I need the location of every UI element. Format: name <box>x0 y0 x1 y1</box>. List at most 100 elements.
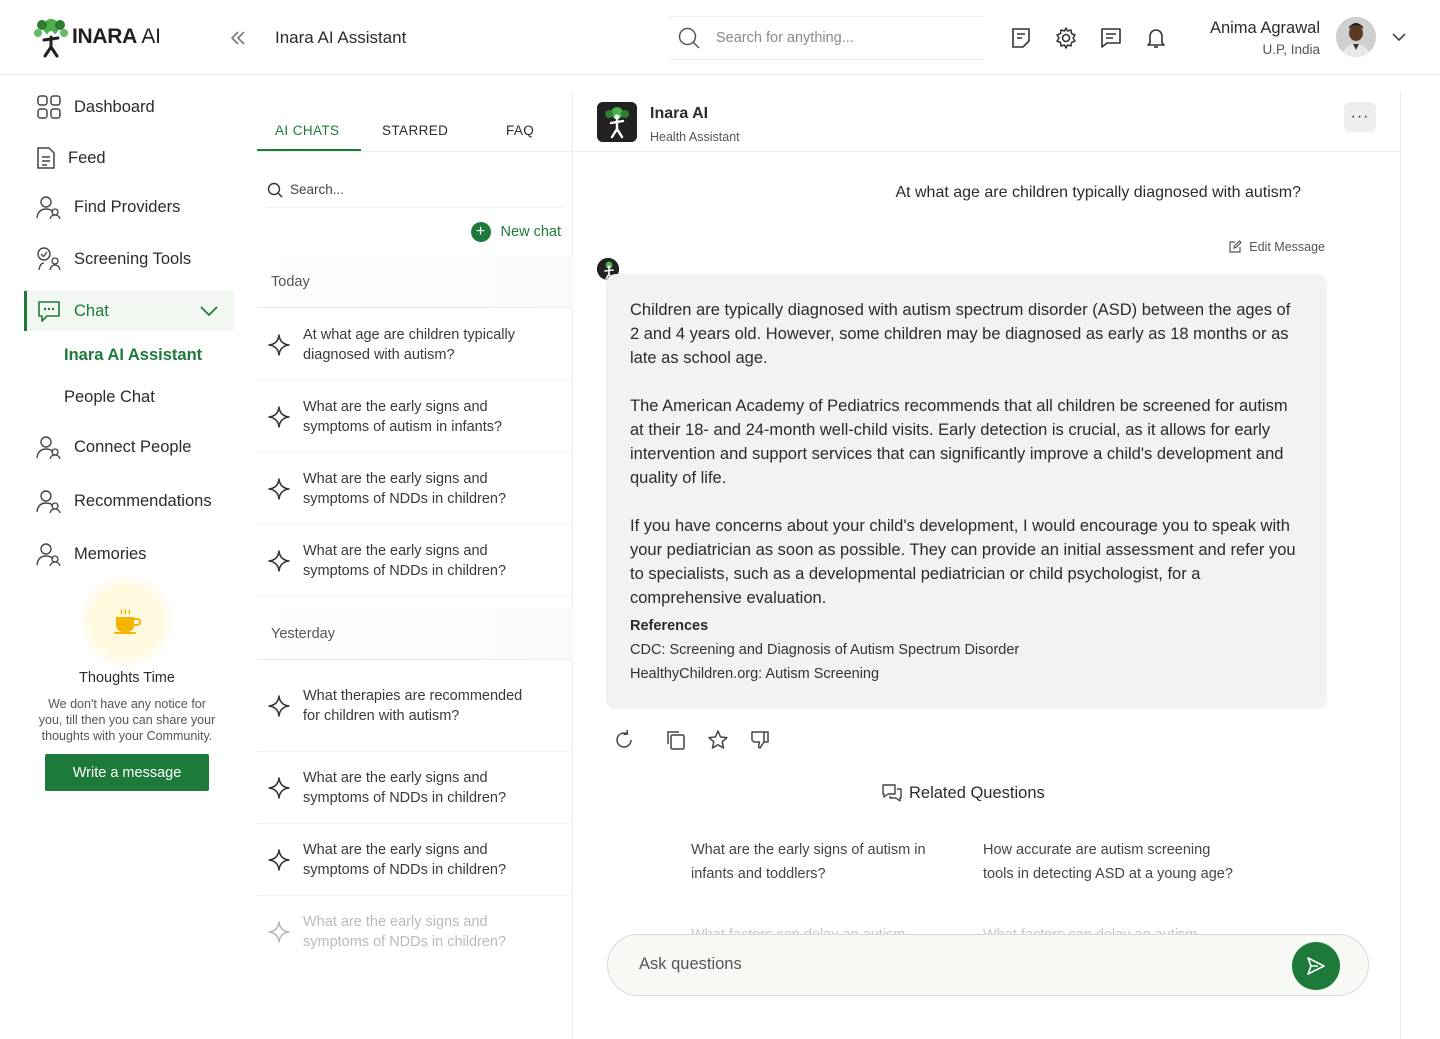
sparkle-icon <box>268 921 290 943</box>
chat-history-item[interactable]: What therapies are recommended for child… <box>257 660 573 752</box>
sparkle-icon <box>268 694 290 717</box>
people-icon <box>36 196 61 220</box>
sparkle-icon <box>268 848 290 871</box>
sidebar-item-label: Screening Tools <box>74 249 192 268</box>
chat-history-item[interactable]: What are the early signs and symptoms of… <box>257 453 573 525</box>
chat-history-text: What are the early signs and symptoms of… <box>303 769 507 806</box>
write-message-button[interactable]: Write a message <box>45 754 209 791</box>
user-menu-chevron-icon[interactable] <box>1390 30 1408 44</box>
user-name: Anima Agrawal <box>1209 19 1320 37</box>
collapse-sidebar-icon[interactable] <box>227 27 249 49</box>
related-questions-label: Related Questions <box>909 783 1045 802</box>
sidebar: Dashboard Feed Find Providers Screening … <box>0 76 245 1039</box>
copy-icon[interactable] <box>664 728 688 752</box>
tab-ai-chats[interactable]: AI CHATS <box>275 123 339 138</box>
ask-question-input[interactable] <box>639 955 1259 974</box>
grid-icon <box>37 95 61 119</box>
sidebar-subitem-people-chat[interactable]: People Chat <box>64 388 155 407</box>
sidebar-item-dashboard[interactable]: Dashboard <box>36 94 155 120</box>
tab-starred[interactable]: STARRED <box>382 123 448 138</box>
send-icon <box>1307 957 1325 975</box>
top-header: INARA AI Inara AI Assistant Anima Agrawa… <box>0 0 1440 75</box>
conversation-header: Inara AI Health Assistant ··· <box>574 92 1401 152</box>
sidebar-item-memories[interactable]: Memories <box>36 541 146 567</box>
sparkle-icon <box>268 477 290 500</box>
bot-name: Inara AI <box>650 105 709 122</box>
chat-history-item[interactable]: What are the early signs and symptoms of… <box>257 752 573 824</box>
new-chat-button[interactable]: + New chat <box>470 222 561 242</box>
thumbs-down-icon[interactable] <box>748 728 772 752</box>
inara-logo[interactable]: INARA AI <box>32 16 161 58</box>
tab-faq[interactable]: FAQ <box>506 123 534 138</box>
answer-paragraph: The American Academy of Pediatrics recom… <box>630 397 1288 487</box>
avatar[interactable] <box>1336 17 1376 57</box>
chat-history-item[interactable]: What are the early signs and symptoms of… <box>257 381 573 453</box>
coffee-cup-icon <box>114 608 141 634</box>
sidebar-item-label: Find Providers <box>74 197 181 216</box>
sparkle-icon <box>268 405 290 428</box>
chat-search[interactable] <box>267 172 563 208</box>
answer-actions <box>612 728 790 752</box>
chat-history-text: What are the early signs and symptoms of… <box>303 398 503 435</box>
reference-link[interactable]: CDC: Screening and Diagnosis of Autism S… <box>630 642 1303 658</box>
chat-history-item[interactable]: What are the early signs and symptoms of… <box>257 525 573 597</box>
sidebar-item-label: Recommendations <box>74 491 212 510</box>
gear-icon[interactable] <box>1054 26 1078 50</box>
chat-history-text: What are the early signs and symptoms of… <box>303 914 507 950</box>
regenerate-icon[interactable] <box>612 728 636 752</box>
user-message: At what age are children typically diagn… <box>895 184 1301 201</box>
people-icon <box>36 436 61 460</box>
search-icon <box>678 27 700 49</box>
bot-role: Health Assistant <box>650 130 740 144</box>
send-button[interactable] <box>1292 942 1340 990</box>
people-icon <box>36 543 61 567</box>
sidebar-item-label: Connect People <box>74 437 192 456</box>
sidebar-item-feed[interactable]: Feed <box>36 145 106 171</box>
chat-history-item[interactable]: What are the early signs and symptoms of… <box>257 824 573 896</box>
conversation-panel: Inara AI Health Assistant ··· At what ag… <box>574 92 1401 1039</box>
screening-icon <box>37 247 61 271</box>
chat-history-text: What are the early signs and symptoms of… <box>303 841 507 878</box>
sidebar-item-find-providers[interactable]: Find Providers <box>36 194 180 220</box>
bell-icon[interactable] <box>1144 26 1168 50</box>
edit-message-button[interactable]: Edit Message <box>1228 240 1325 254</box>
inara-bot-icon <box>597 102 637 142</box>
chat-history-text: What therapies are recommended for child… <box>303 687 523 724</box>
chat-bubble-icon <box>38 301 60 322</box>
more-options-button[interactable]: ··· <box>1344 102 1376 132</box>
search-icon <box>267 182 283 197</box>
answer-paragraph: If you have concerns about your child's … <box>630 517 1296 607</box>
chat-search-input[interactable] <box>290 182 530 197</box>
edit-message-label: Edit Message <box>1249 240 1325 254</box>
reference-link[interactable]: HealthyChildren.org: Autism Screening <box>630 666 1303 682</box>
sparkle-icon <box>268 549 290 572</box>
chat-history-item[interactable]: At what age are children typically diagn… <box>257 309 573 381</box>
global-search-input[interactable] <box>716 30 966 46</box>
notes-icon[interactable] <box>1009 26 1033 50</box>
sidebar-item-recommendations[interactable]: Recommendations <box>36 488 212 514</box>
related-question[interactable]: How accurate are autism screening tools … <box>983 838 1243 886</box>
tree-logo-icon <box>34 19 68 58</box>
star-icon[interactable] <box>706 728 730 752</box>
sidebar-subitem-inara-ai-assistant[interactable]: Inara AI Assistant <box>64 346 202 365</box>
global-search[interactable] <box>668 16 984 60</box>
related-questions-title: Related Questions <box>881 782 1045 804</box>
sparkle-icon <box>268 776 290 799</box>
chevron-down-icon[interactable] <box>198 304 220 318</box>
chat-history-text: At what age are children typically diagn… <box>303 326 515 363</box>
sidebar-item-label: Feed <box>68 148 106 167</box>
chat-history-item[interactable]: What are the early signs and symptoms of… <box>257 896 573 968</box>
messages-icon[interactable] <box>1099 26 1123 50</box>
document-icon <box>37 147 55 169</box>
bot-logo <box>597 102 637 142</box>
group-label-yesterday: Yesterday <box>257 608 573 660</box>
sidebar-item-connect-people[interactable]: Connect People <box>36 434 191 460</box>
sidebar-item-screening-tools[interactable]: Screening Tools <box>36 246 191 272</box>
related-question[interactable]: What are the early signs of autism in in… <box>691 838 951 886</box>
sidebar-item-label: Memories <box>74 544 147 563</box>
chat-history-text: What are the early signs and symptoms of… <box>303 542 507 579</box>
sparkle-icon <box>268 333 290 356</box>
sidebar-item-chat[interactable]: Chat <box>36 298 109 324</box>
thoughts-title: Thoughts Time <box>79 670 175 686</box>
ask-question-bar <box>607 934 1369 996</box>
